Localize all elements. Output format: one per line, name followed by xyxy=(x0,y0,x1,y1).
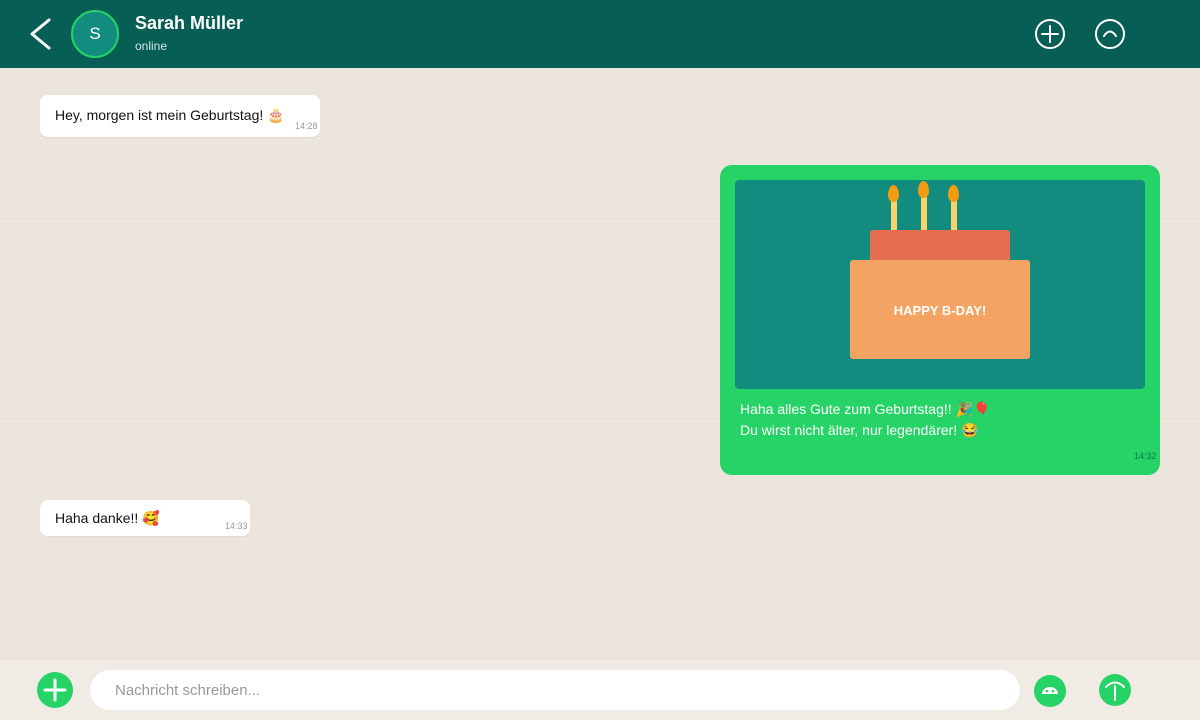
message-text: Hey, morgen ist mein Geburtstag! 🎂 xyxy=(55,107,285,123)
incoming-message[interactable]: Haha danke!! 🥰 14:33 xyxy=(40,500,250,536)
message-text: Haha danke!! 🥰 xyxy=(55,510,160,526)
contact-status: online xyxy=(135,39,168,53)
message-text-line-2: Du wirst nicht älter, nur legendärer! 😂 xyxy=(740,422,979,438)
cake-caption: HAPPY B-DAY! xyxy=(893,303,987,318)
avatar[interactable]: S xyxy=(71,10,119,58)
candle xyxy=(921,196,927,234)
flame xyxy=(888,185,899,202)
message-time: 14:28 xyxy=(295,121,318,131)
flame xyxy=(918,181,929,198)
smiley-icon xyxy=(1042,687,1058,694)
emoji-button[interactable] xyxy=(1034,675,1066,707)
back-button[interactable] xyxy=(22,14,58,54)
plus-circle-icon xyxy=(1035,19,1065,49)
voice-button[interactable] xyxy=(1099,674,1131,706)
incoming-message[interactable]: Hey, morgen ist mein Geburtstag! 🎂 14:28 xyxy=(40,95,320,137)
message-input[interactable] xyxy=(90,670,1020,710)
chat-header: S Sarah Müller online xyxy=(0,0,1200,68)
message-list[interactable]: Hey, morgen ist mein Geburtstag! 🎂 14:28… xyxy=(0,68,1200,660)
message-input-wrapper xyxy=(90,670,1020,710)
add-button[interactable] xyxy=(1034,18,1066,50)
composer-bar xyxy=(0,660,1200,720)
birthday-cake-image[interactable]: HAPPY B-DAY! xyxy=(735,180,1145,389)
menu-button[interactable] xyxy=(1094,18,1126,50)
attach-button[interactable] xyxy=(37,672,73,708)
outgoing-message[interactable]: HAPPY B-DAY! Haha alles Gute zum Geburts… xyxy=(720,165,1160,475)
cake-body: HAPPY B-DAY! xyxy=(850,260,1030,359)
chevron-left-icon xyxy=(30,18,51,50)
flame xyxy=(948,185,959,202)
contact-name[interactable]: Sarah Müller xyxy=(135,13,243,34)
microphone-icon xyxy=(1105,681,1125,701)
arc-circle-icon xyxy=(1095,19,1125,49)
message-text-line-1: Haha alles Gute zum Geburtstag!! 🎉🎈 xyxy=(740,401,991,417)
message-time: 14:33 xyxy=(225,521,248,531)
plus-icon xyxy=(43,678,67,702)
avatar-initial: S xyxy=(89,24,101,43)
message-time: 14:32 xyxy=(1134,451,1157,461)
